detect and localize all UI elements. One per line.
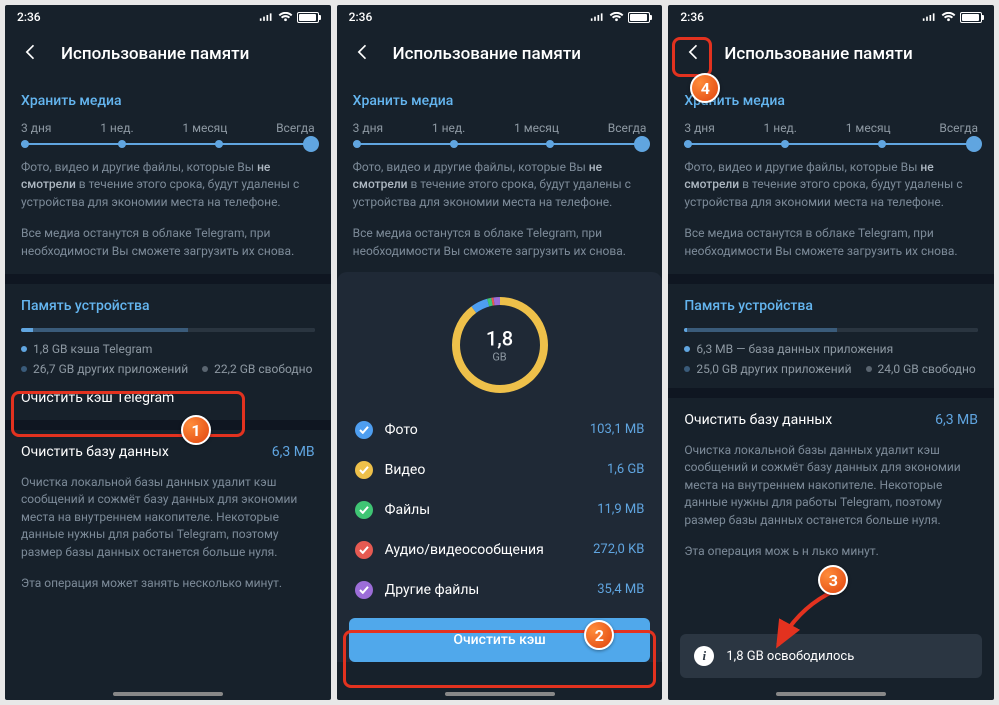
info-icon: i <box>694 646 714 666</box>
wifi-icon <box>941 12 956 23</box>
checkbox-icon[interactable] <box>355 581 373 599</box>
clear-cache-button[interactable]: Очистить кэш Telegram <box>5 376 331 420</box>
statusbar: 2:36 <box>337 5 663 29</box>
cache-category-label: Файлы <box>385 502 430 518</box>
media-desc-1: Фото, видео и другие файлы, которые Вы н… <box>337 159 663 225</box>
donut-chart: 1,8 GB <box>337 272 663 410</box>
clear-db-size: 6,3 MB <box>272 444 315 460</box>
media-desc-2: Все медиа останутся в облаке Telegram, п… <box>337 225 663 274</box>
signal-icon <box>922 12 937 23</box>
checkbox-icon[interactable] <box>355 501 373 519</box>
section-storage: Память устройства <box>668 284 994 322</box>
cache-category-row[interactable]: Фото 103,1 MB <box>337 410 663 450</box>
media-desc-1: Фото, видео и другие файлы, которые Вы н… <box>668 159 994 225</box>
cache-category-row[interactable]: Другие файлы 35,4 MB <box>337 570 663 610</box>
media-slider[interactable] <box>21 143 315 145</box>
header: Использование памяти <box>337 29 663 79</box>
wifi-icon <box>278 12 293 23</box>
slider-thumb[interactable] <box>303 136 319 152</box>
media-slider-labels: 3 дня 1 нед. 1 месяц Всегда <box>5 117 331 135</box>
checkbox-icon[interactable] <box>355 461 373 479</box>
cache-category-label: Фото <box>385 422 418 438</box>
section-media: Хранить медиа <box>5 79 331 117</box>
home-indicator[interactable] <box>113 692 223 696</box>
header: Использование памяти <box>668 29 994 79</box>
clear-db-label: Очистить базу данных <box>21 444 169 460</box>
clear-db-button[interactable]: Очистить базу данных 6,3 MB <box>668 398 994 442</box>
screen-1: 2:36 Использование памяти Хранить медиа … <box>5 5 331 700</box>
storage-bar <box>684 328 978 332</box>
toast-freed: i 1,8 GB освободилось <box>680 634 982 678</box>
clear-db-label: Очистить базу данных <box>684 412 832 428</box>
page-title: Использование памяти <box>61 44 249 64</box>
media-slider-labels: 3 дня1 нед.1 месяцВсегда <box>337 117 663 135</box>
statusbar: 2:36 <box>668 5 994 29</box>
cache-category-row[interactable]: Видео 1,6 GB <box>337 450 663 490</box>
storage-legend: 6,3 MB — база данных приложения 25,0 GB … <box>668 342 994 376</box>
cache-category-size: 1,6 GB <box>607 462 644 477</box>
cache-category-label: Другие файлы <box>385 582 480 598</box>
signal-icon <box>590 12 605 23</box>
battery-icon <box>628 12 650 23</box>
marker-1: 1 <box>181 415 211 445</box>
checkbox-icon[interactable] <box>355 541 373 559</box>
checkbox-icon[interactable] <box>355 421 373 439</box>
back-icon[interactable] <box>21 42 41 66</box>
media-slider[interactable] <box>684 143 978 145</box>
section-media: Хранить медиа <box>337 79 663 117</box>
status-time: 2:36 <box>680 10 704 24</box>
cache-category-row[interactable]: Файлы 11,9 MB <box>337 490 663 530</box>
screen-3: 2:36 Использование памяти Хранить медиа … <box>668 5 994 700</box>
media-desc-2: Все медиа останутся в облаке Telegram, п… <box>668 225 994 274</box>
cache-category-size: 35,4 MB <box>597 582 644 597</box>
storage-legend: 1,8 GB кэша Telegram 26,7 GB других прил… <box>5 342 331 376</box>
screen-2: 2:36 Использование памяти Хранить медиа … <box>337 5 663 700</box>
battery-icon <box>297 12 319 23</box>
cache-category-size: 103,1 MB <box>590 422 644 437</box>
media-slider-labels: 3 дня1 нед.1 месяцВсегда <box>668 117 994 135</box>
db-desc-1: Очистка локальной базы данных удалит кэш… <box>5 474 331 575</box>
status-icons <box>259 12 319 23</box>
clear-db-button[interactable]: Очистить базу данных 6,3 MB <box>5 430 331 474</box>
page-title: Использование памяти <box>724 44 912 64</box>
slider-thumb[interactable] <box>966 136 982 152</box>
slider-thumb[interactable] <box>634 136 650 152</box>
media-desc-1: Фото, видео и другие файлы, которые Вы н… <box>5 159 331 225</box>
donut-value: 1,8 <box>486 326 513 350</box>
statusbar: 2:36 <box>5 5 331 29</box>
wifi-icon <box>609 12 624 23</box>
battery-icon <box>960 12 982 23</box>
clear-db-size: 6,3 MB <box>935 412 978 428</box>
cache-category-label: Видео <box>385 462 426 478</box>
marker-3: 3 <box>818 565 848 595</box>
clear-cache-sheet: 1,8 GB Фото 103,1 MB Видео 1,6 GB Файлы … <box>337 272 663 662</box>
status-icons <box>590 12 650 23</box>
db-desc-1: Очистка локальной базы данных удалит кэш… <box>668 442 994 543</box>
media-slider[interactable] <box>353 143 647 145</box>
clear-cache-label: Очистить кэш Telegram <box>21 390 174 406</box>
header: Использование памяти <box>5 29 331 79</box>
page-title: Использование памяти <box>393 44 581 64</box>
cache-category-label: Аудио/видеосообщения <box>385 542 544 558</box>
toast-text: 1,8 GB освободилось <box>726 649 854 664</box>
home-indicator[interactable] <box>445 692 555 696</box>
cache-category-size: 272,0 KB <box>593 542 644 557</box>
media-desc-2: Все медиа останутся в облаке Telegram, п… <box>5 225 331 274</box>
donut-unit: GB <box>486 350 513 363</box>
back-icon[interactable] <box>684 42 704 66</box>
storage-bar <box>21 328 315 332</box>
db-desc-2: Эта операция может занять несколько мину… <box>5 575 331 606</box>
section-storage: Память устройства <box>5 284 331 322</box>
signal-icon <box>259 12 274 23</box>
cache-category-row[interactable]: Аудио/видеосообщения 272,0 KB <box>337 530 663 570</box>
cache-category-size: 11,9 MB <box>597 502 644 517</box>
home-indicator[interactable] <box>776 692 886 696</box>
status-time: 2:36 <box>17 10 41 24</box>
status-icons <box>922 12 982 23</box>
status-time: 2:36 <box>349 10 373 24</box>
back-icon[interactable] <box>353 42 373 66</box>
